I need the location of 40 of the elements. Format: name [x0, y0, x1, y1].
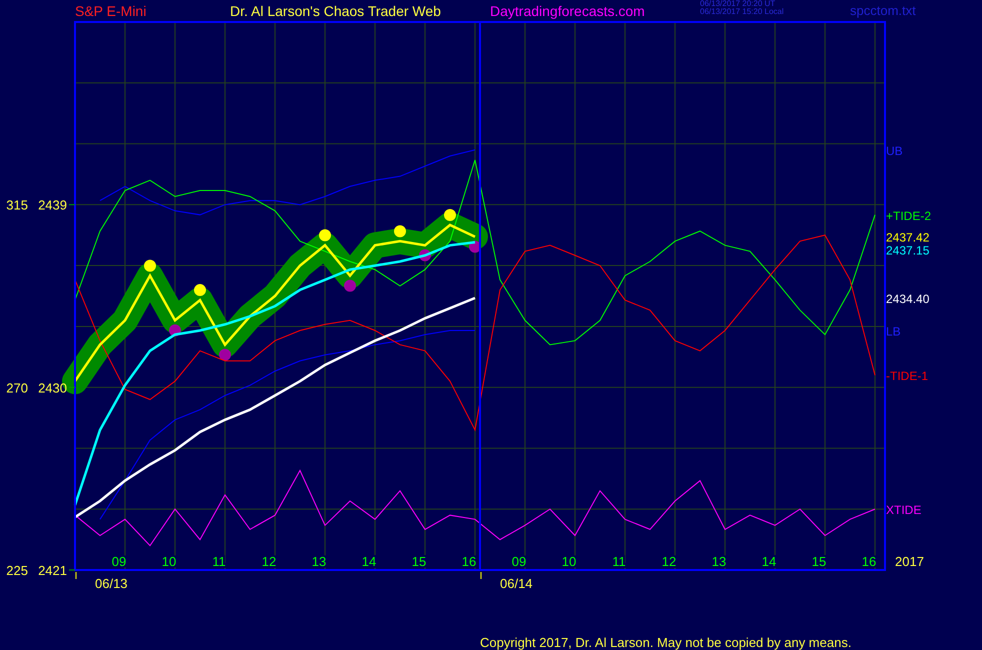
x-tick-label: 15 — [812, 554, 826, 569]
y-scale-label: 315 — [6, 198, 28, 213]
x-tick-label: 10 — [162, 554, 176, 569]
x-tick-label: 14 — [362, 554, 376, 569]
series-label: 2437.42 — [886, 230, 930, 245]
y-tick-label: 2430 — [38, 380, 67, 396]
website-label: Daytradingforecasts.com — [490, 2, 646, 18]
y-tick-label: 2439 — [38, 198, 67, 213]
copyright-notice: Copyright 2017, Dr. Al Larson. May not be copied by any means. — [480, 635, 852, 650]
y-tick-label: 2421 — [38, 563, 67, 578]
x-tick-label: 09 — [512, 554, 526, 569]
x-tick-label: 15 — [412, 554, 426, 569]
x-tick-label: 13 — [712, 554, 726, 569]
series-label: UB — [886, 144, 903, 158]
symbol-label: S&P E-Mini — [75, 2, 148, 18]
year-label: 2017 — [895, 554, 924, 569]
timestamp: 06/13/2017 15:20 Local — [700, 8, 785, 16]
series-label: 2434.40 — [886, 292, 930, 306]
x-tick-label: 14 — [762, 554, 776, 569]
x-tick-label: 16 — [462, 554, 476, 569]
series-label: LB — [886, 324, 901, 338]
date-label: 06/14 — [500, 576, 533, 591]
chart-title: Dr. Al Larson's Chaos Trader Web — [230, 2, 442, 18]
series-label: 2437.15 — [886, 244, 930, 258]
timestamp: 06/13/2017 20:20 UT — [700, 0, 776, 8]
file-name: spcctom.txt — [850, 3, 917, 18]
x-tick-label: 11 — [612, 554, 626, 569]
series-label: +TIDE-2 — [886, 208, 932, 223]
x-tick-label: 09 — [112, 554, 126, 569]
date-label: 06/13 — [95, 576, 128, 591]
y-scale-label: 270 — [6, 380, 28, 396]
x-tick-label: 12 — [262, 554, 276, 569]
x-tick-label: 11 — [212, 554, 226, 569]
x-tick-label: 13 — [312, 554, 326, 569]
x-tick-label: 12 — [662, 554, 676, 569]
x-tick-label: 16 — [862, 554, 876, 569]
y-scale-label: 225 — [6, 563, 28, 578]
series-label: -TIDE-1 — [886, 369, 928, 384]
series-label: XTIDE — [886, 503, 922, 518]
x-tick-label: 10 — [562, 554, 576, 569]
